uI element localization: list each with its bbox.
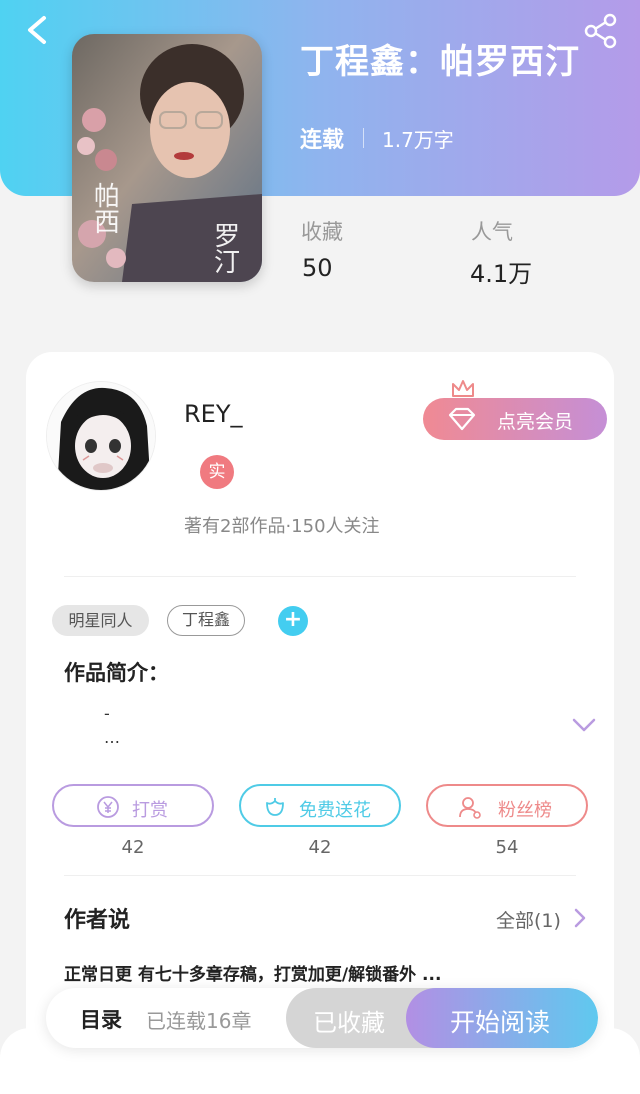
- favorited-label: 已收藏: [313, 1009, 385, 1037]
- tag-character[interactable]: 丁程鑫: [167, 605, 245, 636]
- tip-count: 42: [121, 837, 145, 858]
- fan-ranking-label: 粉丝榜: [498, 800, 552, 821]
- tip-label: 打赏: [132, 800, 168, 821]
- add-tag-button[interactable]: +: [278, 606, 308, 636]
- fan-count: 54: [495, 837, 519, 858]
- serial-status: 连载: [300, 128, 345, 153]
- book-title: 丁程鑫：帕罗西汀: [300, 42, 580, 82]
- author-says-all-link[interactable]: 全部(1): [496, 906, 561, 933]
- divider: [64, 875, 576, 876]
- divider: [64, 576, 576, 577]
- share-button[interactable]: [582, 12, 620, 50]
- tag-genre[interactable]: 明星同人: [52, 605, 149, 636]
- yen-coin-icon: [97, 796, 119, 818]
- author-avatar[interactable]: [46, 381, 156, 491]
- popularity-label: 人气: [471, 220, 513, 244]
- start-reading-button[interactable]: 开始阅读: [406, 988, 598, 1048]
- flower-icon: [266, 798, 284, 816]
- verified-badge: 实: [200, 455, 234, 489]
- back-button[interactable]: [18, 10, 58, 50]
- chevron-left-icon: [28, 16, 46, 44]
- member-button[interactable]: 点亮会员: [423, 398, 607, 440]
- start-reading-label: 开始阅读: [450, 1008, 551, 1037]
- send-flower-button[interactable]: 免费送花: [239, 784, 401, 827]
- author-says-title: 作者说: [64, 908, 131, 933]
- avatar-image: [47, 382, 155, 490]
- fan-ranking-button[interactable]: 粉丝榜: [426, 784, 588, 827]
- bottom-action-bar: 目录 已连载16章 已收藏 开始阅读: [46, 988, 598, 1048]
- share-icon: [584, 13, 617, 49]
- tip-button[interactable]: 打赏: [52, 784, 214, 827]
- author-name[interactable]: REY_: [184, 400, 243, 428]
- intro-text-line: …: [104, 728, 120, 747]
- member-button-label: 点亮会员: [497, 411, 574, 433]
- favorites-value: 50: [302, 254, 333, 282]
- author-says-text: 正常日更 有七十多章存稿，打赏加更/解锁番外 ...: [64, 965, 442, 985]
- cover-title-text: 罗 汀: [214, 222, 241, 278]
- popularity-value: 4.1万: [470, 260, 533, 288]
- toc-button[interactable]: 目录: [80, 1004, 122, 1034]
- user-ranking-icon: [459, 797, 481, 819]
- meta-divider: [363, 128, 364, 148]
- author-stats: 著有2部作品·150人关注: [184, 516, 380, 537]
- chevron-down-icon[interactable]: [570, 714, 598, 738]
- intro-text-line: -: [104, 704, 110, 723]
- book-cover[interactable]: 帕 西 罗 汀: [72, 34, 262, 282]
- cover-title-text: 帕 西: [94, 182, 121, 238]
- flower-count: 42: [308, 837, 332, 858]
- chapter-count[interactable]: 已连载16章: [146, 1005, 251, 1034]
- send-flower-label: 免费送花: [299, 800, 371, 821]
- word-count: 1.7万字: [382, 128, 454, 152]
- chevron-right-icon[interactable]: [572, 906, 588, 930]
- favorites-label: 收藏: [301, 220, 343, 244]
- crown-icon: [452, 380, 474, 397]
- intro-title: 作品简介：: [64, 661, 169, 685]
- diamond-icon: [448, 407, 476, 431]
